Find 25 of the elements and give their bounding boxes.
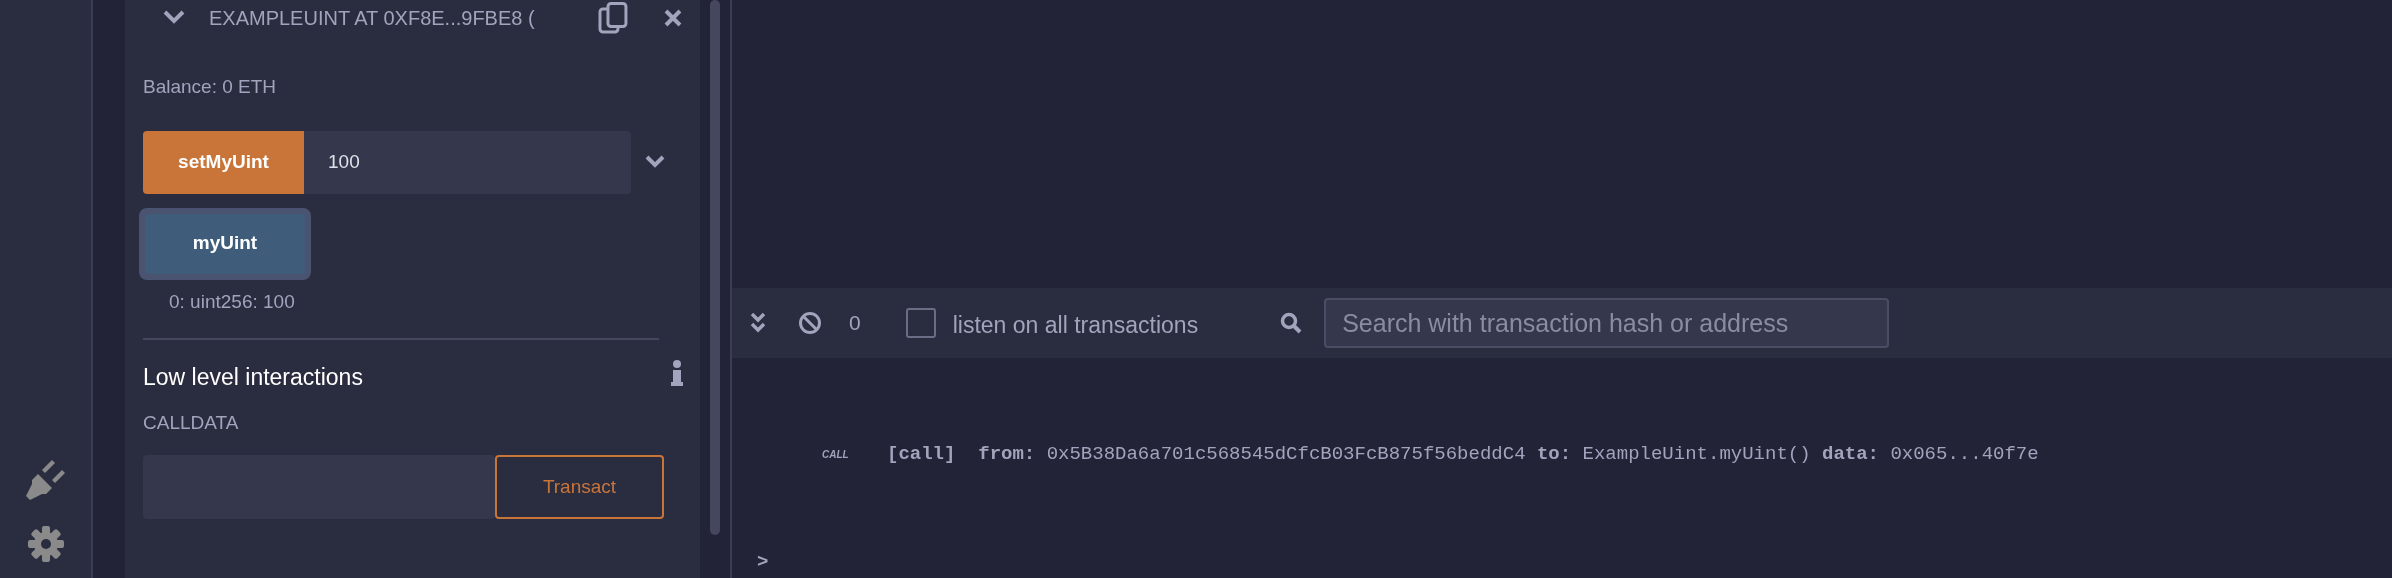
section-heading: Low level interactions (143, 363, 363, 392)
search-icon[interactable] (1280, 312, 1303, 334)
clear-icon[interactable] (798, 311, 822, 335)
chevron-icon[interactable] (645, 155, 665, 169)
checkbox[interactable] (905, 308, 936, 338)
count-text: 0 (849, 310, 861, 337)
scrollbar[interactable] (710, 0, 720, 535)
plug-icon[interactable] (23, 458, 68, 502)
checkbox-label: listen on all transactions (952, 310, 1199, 340)
search-field[interactable]: Search with transaction hash or address (1324, 298, 1890, 348)
log-tag: CALL (822, 446, 887, 462)
log-line: [call] from: 0x5B38Da6a701c568545dCfcB03FcB875f56beddC4 to: ExampleUint.myUint() data: 0x065...40f7e (887, 442, 2039, 467)
transact-button[interactable]: Transact (495, 455, 664, 519)
double-chevron-icon[interactable] (750, 312, 766, 334)
close-icon[interactable] (664, 9, 682, 27)
info-icon[interactable] (671, 360, 683, 386)
function-button[interactable]: myUint (139, 207, 311, 280)
balance-text: Balance: 0 ETH (143, 75, 277, 99)
calldata-field[interactable] (143, 455, 495, 519)
argument-field[interactable]: 100 (304, 130, 631, 194)
copy-icon[interactable] (598, 2, 629, 34)
prompt-text: > (757, 550, 769, 575)
contract-title: EXAMPLEUINT AT 0XF8E...9FBE8 ( (208, 6, 536, 31)
result-text: 0: uint256: 100 (169, 289, 295, 314)
field-label: CALLDATA (143, 410, 239, 435)
